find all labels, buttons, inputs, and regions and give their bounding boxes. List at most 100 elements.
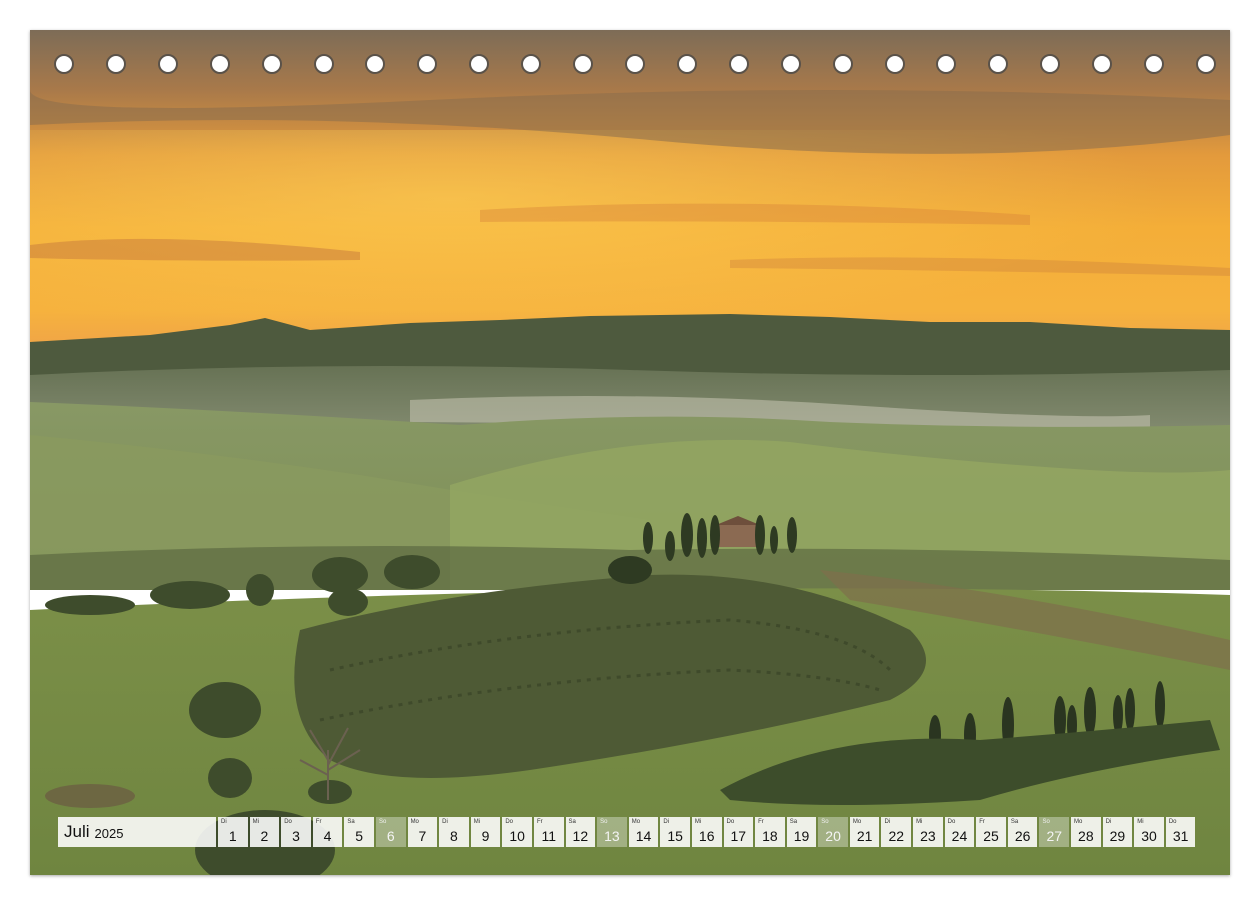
day-number: 7 <box>418 828 427 844</box>
binding-hole <box>313 54 334 74</box>
day-cell: Di 15 <box>660 817 690 847</box>
day-cell: Di 1 <box>218 817 248 847</box>
day-weekday: Mi <box>916 819 923 825</box>
day-number: 4 <box>323 828 332 844</box>
day-weekday: Sa <box>568 819 576 825</box>
calendar-bar: Juli 2025 Di 1 Mi 2 Do 3 Fr 4 Sa 5 So 6 Mo 7 Di 8 Mi 9 Do 1… <box>58 817 1196 847</box>
day-cell: Fr 4 <box>312 817 343 847</box>
day-weekday: Mo <box>410 819 419 825</box>
day-number: 22 <box>888 828 905 844</box>
day-number: 18 <box>762 828 778 844</box>
day-weekday: Di <box>221 819 227 825</box>
binding-hole <box>832 54 853 74</box>
day-cell: Mo 14 <box>628 817 659 847</box>
day-cell: Do 17 <box>723 817 754 847</box>
day-number: 11 <box>541 828 556 844</box>
day-weekday: Do <box>947 819 956 825</box>
day-number: 19 <box>793 828 810 844</box>
day-cell: So 20 <box>818 817 848 847</box>
day-number: 1 <box>228 828 237 844</box>
binding-hole <box>157 54 178 74</box>
day-weekday: Mo <box>1074 819 1083 825</box>
day-weekday: Fr <box>315 819 322 825</box>
binding-hole <box>884 54 905 74</box>
binding-hole <box>573 54 594 74</box>
day-cell: Di 22 <box>881 817 912 847</box>
day-weekday: So <box>821 819 829 825</box>
day-number: 31 <box>1172 828 1189 844</box>
day-weekday: Di <box>1105 819 1112 825</box>
day-number: 23 <box>920 828 936 844</box>
binding-hole <box>365 54 386 74</box>
day-weekday: Fr <box>979 819 985 825</box>
binding-hole <box>936 54 957 74</box>
day-cell: Mi 16 <box>691 817 722 847</box>
binding-hole <box>54 54 74 74</box>
year: 2025 <box>94 826 124 841</box>
month-label-cell: Juli 2025 <box>58 817 216 847</box>
day-cell: Di 8 <box>439 817 469 847</box>
day-weekday: Do <box>726 819 735 825</box>
day-weekday: Mi <box>694 819 702 825</box>
binding-hole <box>1040 54 1061 74</box>
day-number: 28 <box>1078 828 1094 844</box>
day-number: 14 <box>635 828 652 844</box>
day-cell: Sa 26 <box>1007 817 1038 847</box>
day-weekday: Fr <box>758 819 764 825</box>
day-cell: Mo 28 <box>1071 817 1101 847</box>
binding-hole <box>676 54 697 74</box>
day-number: 30 <box>1141 828 1157 844</box>
day-weekday: Di <box>663 819 669 825</box>
day-number: 5 <box>355 828 364 844</box>
day-weekday: So <box>378 819 387 825</box>
day-weekday: Sa <box>789 819 798 825</box>
day-weekday: Fr <box>536 819 543 825</box>
day-number: 3 <box>292 828 300 844</box>
day-number: 12 <box>572 828 589 844</box>
binding-hole <box>469 54 490 74</box>
binding-hole <box>521 54 542 74</box>
day-cell: So 27 <box>1039 817 1070 847</box>
day-weekday: Do <box>505 819 514 825</box>
day-cell: Do 3 <box>281 817 311 847</box>
day-weekday: Di <box>442 819 448 825</box>
day-cell: Sa 12 <box>565 817 596 847</box>
binding-hole <box>105 54 126 74</box>
day-cell: Mi 9 <box>470 817 501 847</box>
binding-hole <box>1196 54 1216 74</box>
day-cell: Sa 19 <box>786 817 817 847</box>
day-number: 15 <box>667 828 683 844</box>
binding-hole <box>728 54 749 74</box>
day-weekday: Mo <box>852 819 862 825</box>
day-cell: Sa 5 <box>344 817 374 847</box>
day-number: 26 <box>1014 828 1031 844</box>
day-cell: Mo 21 <box>849 817 880 847</box>
binding-holes <box>30 54 1230 80</box>
day-weekday: Di <box>884 819 891 825</box>
day-number: 20 <box>825 828 841 844</box>
landscape-photo <box>30 30 1230 875</box>
day-cell: So 6 <box>375 817 406 847</box>
binding-hole <box>209 54 230 74</box>
day-cell: So 13 <box>597 817 627 847</box>
day-cell: Mi 2 <box>249 817 280 847</box>
day-cell: Mo 7 <box>407 817 438 847</box>
day-cell: Mi 23 <box>913 817 943 847</box>
day-cell: Fr 25 <box>976 817 1006 847</box>
binding-hole <box>1092 54 1113 74</box>
day-number: 8 <box>450 828 458 844</box>
binding-hole <box>1144 54 1165 74</box>
day-number: 25 <box>983 828 999 844</box>
day-weekday: So <box>600 819 608 825</box>
day-number: 16 <box>698 828 715 844</box>
day-cell: Fr 18 <box>755 817 785 847</box>
binding-hole <box>988 54 1009 74</box>
day-cell: Do 10 <box>502 817 532 847</box>
day-number: 10 <box>509 828 525 844</box>
binding-hole <box>625 54 645 74</box>
day-number: 21 <box>856 828 873 844</box>
day-weekday: Mi <box>473 819 481 825</box>
day-number: 2 <box>260 828 269 844</box>
day-number: 29 <box>1109 828 1126 844</box>
day-weekday: Mo <box>631 819 641 825</box>
